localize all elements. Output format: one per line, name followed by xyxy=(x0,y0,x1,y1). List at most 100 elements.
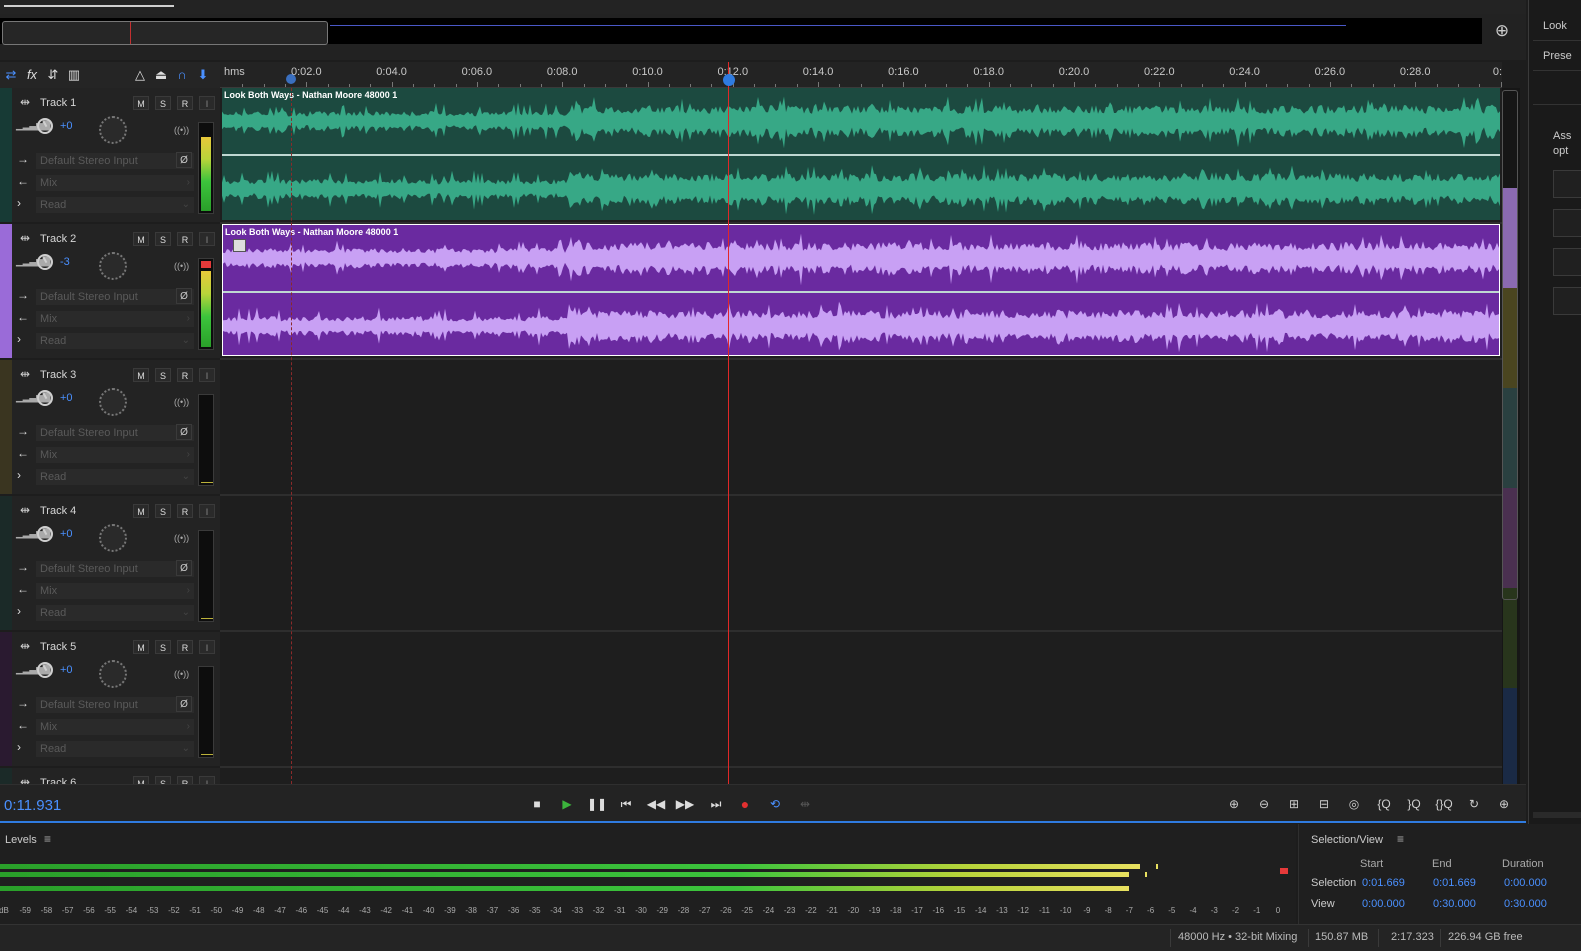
levels-menu-icon[interactable]: ≡ xyxy=(44,832,51,846)
pan-knob[interactable] xyxy=(99,660,127,688)
solo-button[interactable]: S xyxy=(155,504,171,518)
track-output-select[interactable]: Mix › xyxy=(36,583,194,599)
pan-knob[interactable] xyxy=(99,116,127,144)
mono-stereo-icon[interactable]: ((•)) xyxy=(174,669,189,679)
track-name[interactable]: Track 1 xyxy=(40,97,76,109)
track-lane[interactable] xyxy=(220,632,1502,766)
mute-button[interactable]: M xyxy=(133,96,149,110)
phase-invert-button[interactable]: Ø xyxy=(176,560,192,576)
overview-view-range[interactable] xyxy=(2,21,328,45)
mono-stereo-icon[interactable]: ((•)) xyxy=(174,261,189,271)
track-output-select[interactable]: Mix › xyxy=(36,447,194,463)
mute-button[interactable]: M xyxy=(133,640,149,654)
sends-icon[interactable]: ⇵ xyxy=(43,65,63,85)
track-name[interactable]: Track 2 xyxy=(40,233,76,245)
track-move-handle-icon[interactable]: ⇹ xyxy=(20,367,30,381)
track-output-select[interactable]: Mix › xyxy=(36,175,194,191)
track-lane[interactable] xyxy=(220,768,1502,784)
marker-pin-icon[interactable]: ⬇ xyxy=(193,65,213,85)
pan-knob[interactable] xyxy=(99,524,127,552)
mono-stereo-icon[interactable]: ((•)) xyxy=(174,125,189,135)
track-move-handle-icon[interactable]: ⇹ xyxy=(20,503,30,517)
zoom-in-amplitude-icon[interactable]: ⊕ xyxy=(1222,794,1246,814)
panel-scroll[interactable] xyxy=(1533,812,1581,818)
track-header[interactable]: ⇹ Track 2 M S R I ▁▂▃▅▇ -3 ((•)) → Defau… xyxy=(0,224,220,358)
selection-view-menu-icon[interactable]: ≡ xyxy=(1397,832,1404,846)
track-input-select[interactable]: Default Stereo Input› xyxy=(36,697,194,713)
vertical-scrollbar[interactable] xyxy=(1502,88,1520,784)
mono-stereo-icon[interactable]: ((•)) xyxy=(174,533,189,543)
phase-invert-button[interactable]: Ø xyxy=(176,152,192,168)
mute-button[interactable]: M xyxy=(133,368,149,382)
phase-invert-button[interactable]: Ø xyxy=(176,424,192,440)
audio-clip[interactable]: Look Both Ways - Nathan Moore 48000 1 xyxy=(222,224,1500,356)
inputs-outputs-icon[interactable]: ⇄ xyxy=(1,65,21,85)
panel-field[interactable] xyxy=(1553,170,1581,198)
volume-knob[interactable] xyxy=(37,390,53,406)
track-move-handle-icon[interactable]: ⇹ xyxy=(20,775,30,784)
panel-field[interactable] xyxy=(1553,287,1581,315)
expand-chevron-icon[interactable]: › xyxy=(17,468,21,482)
monitor-input-button[interactable]: I xyxy=(199,504,215,518)
volume-knob[interactable] xyxy=(37,118,53,134)
expand-chevron-icon[interactable]: › xyxy=(17,196,21,210)
track-output-select[interactable]: Mix › xyxy=(36,311,194,327)
pan-knob[interactable] xyxy=(99,252,127,280)
track-input-select[interactable]: Default Stereo Input› xyxy=(36,425,194,441)
track-input-select[interactable]: Default Stereo Input› xyxy=(36,561,194,577)
track-name[interactable]: Track 5 xyxy=(40,641,76,653)
record-arm-button[interactable]: R xyxy=(177,368,193,382)
vertical-scroll-thumb[interactable] xyxy=(1502,90,1518,600)
play-button[interactable]: ▶ xyxy=(556,794,578,814)
move-to-next-button[interactable]: ⏭ xyxy=(705,794,727,814)
track-lane[interactable]: Look Both Ways - Nathan Moore 48000 1 xyxy=(220,88,1502,222)
selection-duration-field[interactable]: 0:00.000 xyxy=(1504,877,1547,889)
track-lane[interactable] xyxy=(220,360,1502,494)
zoom-out-time-icon[interactable]: ⊟ xyxy=(1312,794,1336,814)
rewind-button[interactable]: ◀◀ xyxy=(645,794,667,814)
track-header[interactable]: ⇹ Track 3 M S R I ▁▂▃▅▇ +0 ((•)) → Defau… xyxy=(0,360,220,494)
playhead[interactable] xyxy=(728,62,729,784)
volume-value[interactable]: +0 xyxy=(60,528,73,540)
record-arm-button[interactable]: R xyxy=(177,96,193,110)
track-move-handle-icon[interactable]: ⇹ xyxy=(20,231,30,245)
panel-field[interactable] xyxy=(1553,248,1581,276)
monitor-input-button[interactable]: I xyxy=(199,776,215,784)
move-to-previous-button[interactable]: ⏮ xyxy=(615,794,637,814)
volume-value[interactable]: -3 xyxy=(60,256,70,268)
active-tab-indicator[interactable] xyxy=(4,5,174,7)
stop-button[interactable]: ■ xyxy=(526,794,548,814)
automation-mode-select[interactable]: Read ⌄ xyxy=(36,605,194,621)
automation-mode-select[interactable]: Read ⌄ xyxy=(36,469,194,485)
record-button[interactable]: ● xyxy=(734,794,756,814)
mute-button[interactable]: M xyxy=(133,504,149,518)
loop-playback-button[interactable]: ⟲ xyxy=(764,794,786,814)
mute-button[interactable]: M xyxy=(133,776,149,784)
view-end-field[interactable]: 0:30.000 xyxy=(1433,898,1476,910)
track-header[interactable]: ⇹ Track 5 M S R I ▁▂▃▅▇ +0 ((•)) → Defau… xyxy=(0,632,220,766)
monitor-input-button[interactable]: I xyxy=(199,96,215,110)
track-lane[interactable]: Look Both Ways - Nathan Moore 48000 1 xyxy=(220,224,1502,358)
zoom-selection-out-icon[interactable]: }Q xyxy=(1402,794,1426,814)
track-name[interactable]: Track 4 xyxy=(40,505,76,517)
track-lane[interactable] xyxy=(220,496,1502,630)
volume-value[interactable]: +0 xyxy=(60,392,73,404)
playhead-handle[interactable] xyxy=(723,74,735,86)
track-header[interactable]: ⇹ Track 1 M S R I ▁▂▃▅▇ +0 ((•)) → Defau… xyxy=(0,88,220,222)
panel-field[interactable] xyxy=(1553,209,1581,237)
record-arm-button[interactable]: R xyxy=(177,504,193,518)
zoom-out-full-icon[interactable]: ◎ xyxy=(1342,794,1366,814)
zoom-out-amplitude-icon[interactable]: ⊖ xyxy=(1252,794,1276,814)
record-arm-button[interactable]: R xyxy=(177,640,193,654)
zoom-selection-icon[interactable]: {Q xyxy=(1372,794,1396,814)
track-input-select[interactable]: Default Stereo Input› xyxy=(36,153,194,169)
solo-button[interactable]: S xyxy=(155,232,171,246)
solo-button[interactable]: S xyxy=(155,96,171,110)
skip-selection-button[interactable]: ⇹ xyxy=(794,794,816,814)
monitor-input-button[interactable]: I xyxy=(199,640,215,654)
volume-knob[interactable] xyxy=(37,526,53,542)
expand-chevron-icon[interactable]: › xyxy=(17,740,21,754)
pause-button[interactable]: ❚❚ xyxy=(586,794,608,814)
zoom-to-selection-icon[interactable]: {}Q xyxy=(1432,794,1456,814)
meter-clip-indicator[interactable] xyxy=(201,261,211,268)
